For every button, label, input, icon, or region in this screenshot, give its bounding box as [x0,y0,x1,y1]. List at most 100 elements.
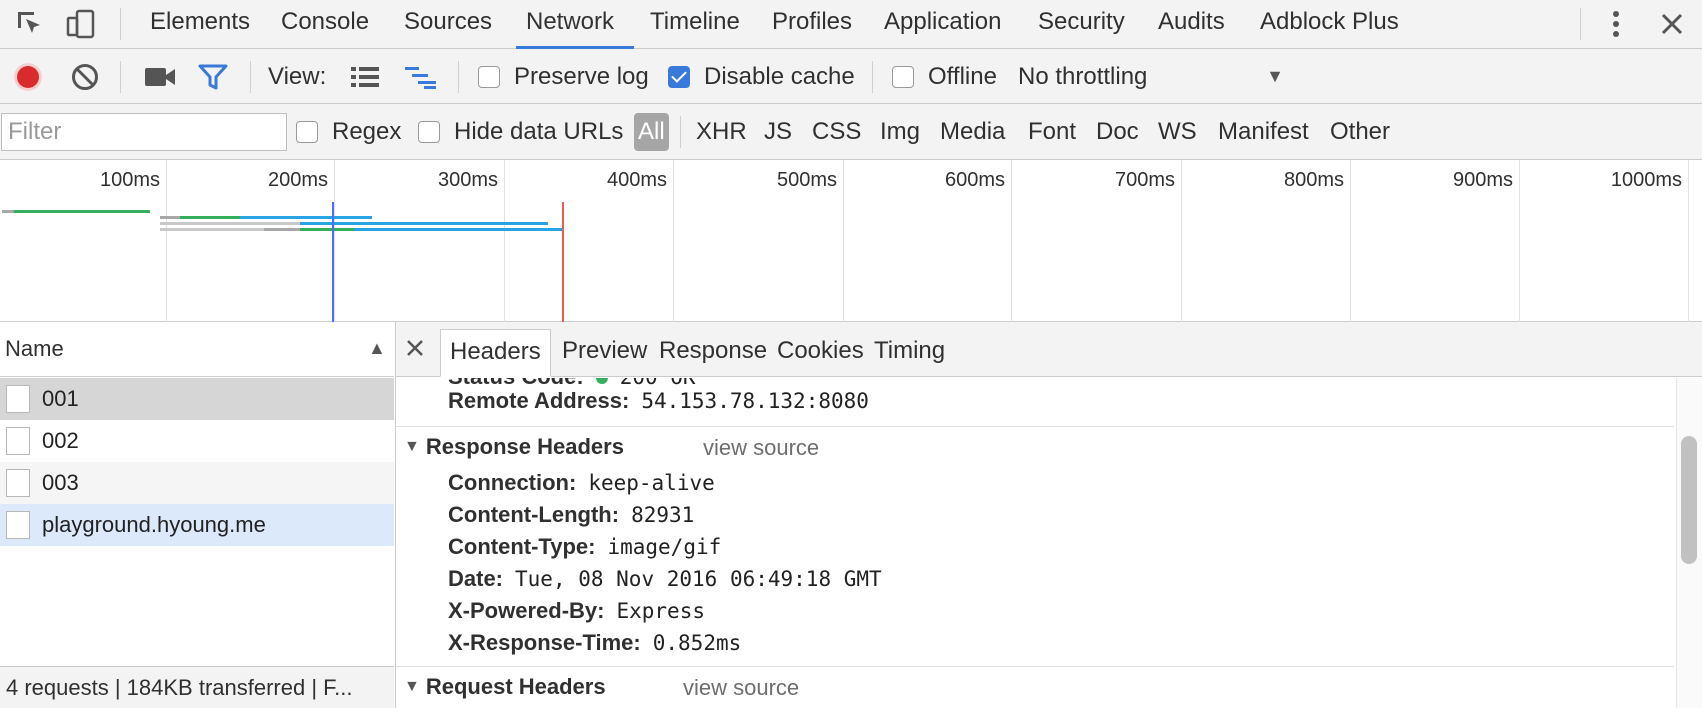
hide-data-urls-label: Hide data URLs [454,118,624,145]
device-toolbar-icon[interactable] [64,6,98,42]
dom-content-loaded-marker [332,202,334,322]
request-row[interactable]: playground.hyoung.me [0,504,394,546]
throttling-value: No throttling [1018,62,1148,90]
large-rows-button[interactable] [350,49,380,104]
close-devtools-icon[interactable] [1656,6,1688,42]
overview-request-bar [2,210,14,213]
tab-audits[interactable]: Audits [1158,0,1225,49]
clear-button[interactable] [70,49,100,104]
header-value: 82931 [631,503,695,527]
more-options-icon[interactable] [1604,6,1628,42]
preserve-log-checkbox[interactable]: Preserve log [478,49,649,104]
overview-gridline [1350,160,1351,322]
offline-box[interactable] [892,65,914,88]
toolbar-divider [458,61,459,93]
tab-adblock-plus[interactable]: Adblock Plus [1260,0,1399,49]
status-dot [595,378,608,384]
throttling-select[interactable]: No throttling ▼ [1018,49,1288,104]
image-file-icon [6,385,30,413]
tab-sources[interactable]: Sources [404,0,492,49]
request-row[interactable]: 003 [0,462,394,504]
tab-elements[interactable]: Elements [150,0,250,49]
waterfall-icon [405,66,436,89]
tab-response[interactable]: Response [650,329,776,377]
regex-label: Regex [332,118,402,145]
overview-request-bar [180,216,240,219]
disable-cache-box[interactable] [668,65,690,88]
type-filter-css[interactable]: CSS [812,104,861,160]
disable-cache-checkbox[interactable]: Disable cache [668,49,855,104]
document-file-icon [6,511,30,539]
filter-toggle-button[interactable] [198,49,228,104]
regex-checkbox[interactable]: Regex [296,104,401,160]
overview-tick-label: 100ms [99,169,160,191]
close-detail-icon[interactable] [406,336,424,364]
header-key: Date: [448,566,504,591]
type-filter-all[interactable]: All [634,113,669,151]
type-filter-manifest[interactable]: Manifest [1218,104,1309,160]
requests-panel: Name ▲ 001 002 003 playground.hyoung.me … [0,322,396,708]
tab-cookies[interactable]: Cookies [768,329,873,377]
overview-gridline [843,160,844,322]
toolbar-divider [1580,8,1581,40]
type-filter-media[interactable]: Media [940,104,1005,160]
type-filter-xhr[interactable]: XHR [696,104,747,160]
hide-data-urls-checkbox[interactable]: Hide data URLs [418,104,623,160]
response-header-line: X-Response-Time: 0.852ms [448,630,741,656]
triangle-down-icon: ▼ [404,438,420,455]
inspect-element-icon[interactable] [14,6,46,42]
disable-cache-label: Disable cache [704,62,855,90]
regex-box[interactable] [296,121,318,143]
network-overview[interactable]: 100ms 200ms 300ms 400ms 500ms 600ms 700m… [0,160,1702,322]
type-filter-font[interactable]: Font [1028,104,1076,160]
tab-security[interactable]: Security [1038,0,1125,49]
record-button[interactable] [12,49,44,104]
header-key: Content-Length: [448,502,620,527]
scrollbar-thumb[interactable] [1681,436,1697,564]
overview-toggle-button[interactable] [404,49,438,104]
response-header-line: X-Powered-By: Express [448,598,705,624]
header-key: Connection: [448,470,577,495]
tab-timing[interactable]: Timing [865,329,954,377]
filter-input[interactable] [1,113,287,151]
header-key: X-Powered-By: [448,598,605,623]
tab-network[interactable]: Network [516,0,634,49]
response-view-source-link[interactable]: view source [703,435,819,461]
tab-console[interactable]: Console [281,0,369,49]
header-value: Express [616,599,705,623]
toolbar-divider [120,61,121,93]
type-filter-img[interactable]: Img [880,104,920,160]
offline-checkbox[interactable]: Offline [892,49,997,104]
hide-data-urls-box[interactable] [418,121,440,143]
toolbar-divider [680,116,681,148]
overview-tick-label: 500ms [776,169,837,191]
tab-preview[interactable]: Preview [553,329,656,377]
request-row[interactable]: 002 [0,420,394,462]
filter-bar: Regex Hide data URLs All XHR JS CSS Img … [0,104,1702,160]
name-column-header[interactable]: Name ▲ [0,322,394,377]
type-filter-ws[interactable]: WS [1158,104,1197,160]
capture-screenshots-button[interactable] [144,49,176,104]
remote-address-line: Remote Address: 54.153.78.132:8080 [448,388,869,414]
tab-profiles[interactable]: Profiles [772,0,852,49]
type-filter-other[interactable]: Other [1330,104,1390,160]
overview-request-bar [300,222,548,225]
response-headers-toggle[interactable]: ▼ Response Headers [404,434,624,460]
request-headers-toggle[interactable]: ▼ Request Headers [404,674,606,700]
response-header-line: Content-Type: image/gif [448,534,721,560]
type-filter-doc[interactable]: Doc [1096,104,1139,160]
tab-headers[interactable]: Headers [440,329,551,377]
overview-gridline [673,160,674,322]
type-filter-js[interactable]: JS [764,104,792,160]
request-name: playground.hyoung.me [42,512,266,537]
overview-gridline [1519,160,1520,322]
tab-application[interactable]: Application [884,0,1001,49]
request-row[interactable]: 001 [0,378,394,420]
tab-timeline[interactable]: Timeline [650,0,740,49]
request-view-source-link[interactable]: view source [683,675,799,701]
load-event-marker [562,202,564,322]
preserve-log-box[interactable] [478,65,500,88]
header-value: image/gif [607,535,722,559]
detail-scrollbar[interactable] [1676,378,1702,708]
triangle-down-icon: ▼ [404,678,420,695]
